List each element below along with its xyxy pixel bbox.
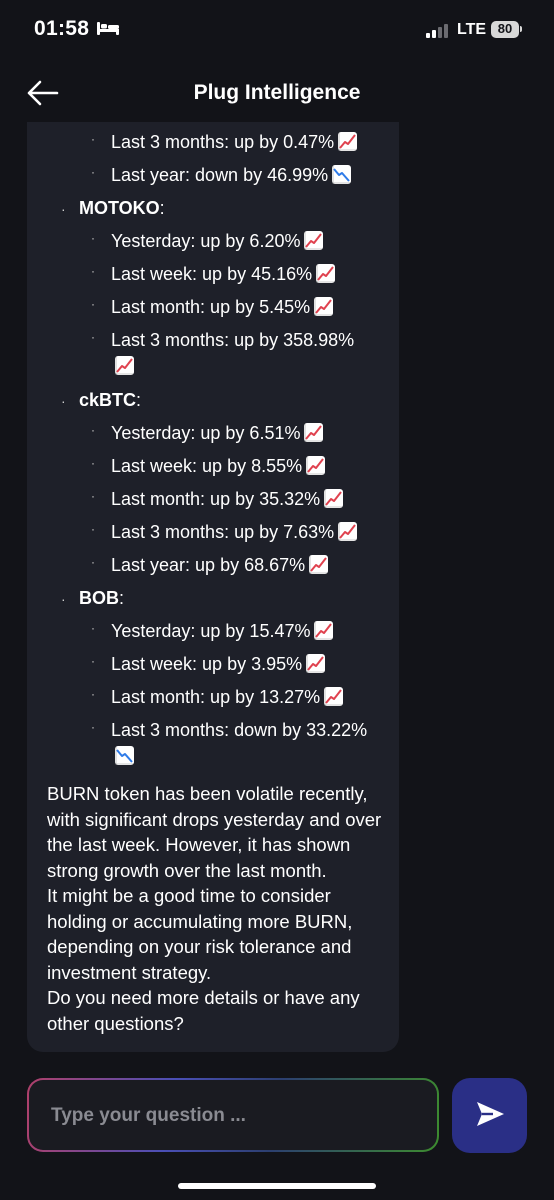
token-suffix: : <box>136 390 142 410</box>
list-item: · Last year: up by 68.67% <box>47 552 387 585</box>
list-item-text: Yesterday: up by 15.47% <box>111 621 311 641</box>
chart-increasing-icon <box>304 231 324 250</box>
token-name: ckBTC <box>79 390 137 410</box>
list-item: · Last 3 months: down by 33.22% <box>47 717 371 775</box>
page-title: Plug Intelligence <box>193 81 361 104</box>
list-item-text: Last year: up by 68.67% <box>111 555 306 575</box>
bullet-icon: · <box>91 165 95 179</box>
chart-increasing-icon <box>314 297 334 316</box>
list-item: · Last week: up by 3.95% <box>47 651 387 684</box>
list-item: · Last 3 months: up by 7.63% <box>47 519 387 552</box>
chart-increasing-icon <box>304 423 324 442</box>
bullet-icon: · <box>91 132 95 146</box>
list-item-text: Last year: down by 46.99% <box>111 165 329 185</box>
list-item: · Yesterday: up by 15.47% <box>47 618 387 651</box>
list-item-text: Yesterday: up by 6.20% <box>111 231 301 251</box>
list-item: · Yesterday: up by 6.51% <box>47 420 387 453</box>
list-item-text: Last month: up by 13.27% <box>111 687 321 707</box>
app-header: Plug Intelligence <box>0 62 554 124</box>
network-label: LTE <box>457 21 487 38</box>
token-heading: · MOTOKO: <box>47 195 387 228</box>
chart-increasing-icon <box>314 621 334 640</box>
list-item: · Last 3 months: up by 0.47% <box>47 129 387 162</box>
list-item: · Last week: up by 8.55% <box>47 453 387 486</box>
message-paragraph: It might be a good time to consider hold… <box>47 885 353 983</box>
bed-icon <box>97 22 119 35</box>
bullet-icon: · <box>91 555 95 569</box>
bullet-icon: · <box>61 591 66 607</box>
chart-increasing-icon <box>338 132 358 151</box>
bullet-icon: · <box>91 330 95 344</box>
bullet-icon: · <box>91 231 95 245</box>
bullet-icon: · <box>91 297 95 311</box>
chart-increasing-icon <box>115 356 134 375</box>
token-suffix: : <box>159 198 165 218</box>
chart-decreasing-icon <box>332 165 352 184</box>
list-item: · Last 3 months: up by 358.98% <box>47 327 371 385</box>
bullet-icon: · <box>91 654 95 668</box>
bullet-icon: · <box>91 687 95 701</box>
message-paragraph: BURN token has been volatile recently, w… <box>47 783 382 881</box>
list-item: · Last month: up by 35.32% <box>47 486 387 519</box>
list-item-text: Last 3 months: up by 0.47% <box>111 132 335 152</box>
bullet-icon: · <box>91 720 95 734</box>
chart-increasing-icon <box>306 654 326 673</box>
battery-icon: 80 <box>491 21 519 38</box>
list-item-text: Last week: up by 8.55% <box>111 456 303 476</box>
token-heading: · ckBTC: <box>47 387 387 420</box>
bullet-icon: · <box>61 393 66 409</box>
send-button[interactable] <box>452 1078 527 1153</box>
list-item-text: Last 3 months: down by 33.22% <box>111 720 368 740</box>
list-item: ·Last month: up by 63.13% <box>47 122 387 129</box>
message-paragraph: Do you need more details or have any oth… <box>47 987 360 1034</box>
token-suffix: : <box>119 588 125 608</box>
token-heading: · BOB: <box>47 585 387 618</box>
home-indicator <box>178 1183 376 1189</box>
list-item: · Last month: up by 13.27% <box>47 684 387 717</box>
bullet-icon: · <box>91 621 95 635</box>
list-item-text: Last 3 months: up by 7.63% <box>111 522 335 542</box>
list-item: · Last year: down by 46.99% <box>47 162 387 195</box>
composer-field <box>29 1080 437 1152</box>
bullet-icon: · <box>91 264 95 278</box>
list-item-text: Last week: up by 45.16% <box>111 264 313 284</box>
message-content: ·Last month: up by 63.13% · Last 3 months:… <box>47 122 387 1036</box>
bullet-icon: · <box>91 456 95 470</box>
bullet-icon: · <box>91 423 95 437</box>
chart-increasing-icon <box>324 687 344 706</box>
bullet-icon: · <box>91 489 95 503</box>
list-item-text: Last month: up by 35.32% <box>111 489 321 509</box>
bullet-icon: · <box>91 522 95 536</box>
chart-increasing-icon <box>338 522 358 541</box>
assistant-message-bubble: ·Last month: up by 63.13% · Last 3 months:… <box>27 122 399 1052</box>
list-item-text: Yesterday: up by 6.51% <box>111 423 301 443</box>
chart-increasing-icon <box>316 264 336 283</box>
send-icon <box>476 1102 504 1126</box>
chart-increasing-icon <box>306 456 326 475</box>
chart-increasing-icon <box>309 555 329 574</box>
list-item: · Last week: up by 45.16% <box>47 261 387 294</box>
chart-decreasing-icon <box>115 746 134 765</box>
token-name: MOTOKO <box>79 198 160 218</box>
bullet-icon: · <box>61 201 66 217</box>
battery-nub <box>520 26 522 32</box>
list-item-text: Last week: up by 3.95% <box>111 654 303 674</box>
status-time: 01:58 <box>34 17 90 40</box>
signal-icon <box>426 24 448 38</box>
token-name: BOB <box>79 588 119 608</box>
list-item: · Last month: up by 5.45% <box>47 294 387 327</box>
list-item-text: Last 3 months: up by 358.98% <box>111 330 355 350</box>
question-composer <box>27 1078 439 1152</box>
list-item: · Yesterday: up by 6.20% <box>47 228 387 261</box>
chart-increasing-icon <box>324 489 344 508</box>
question-input[interactable] <box>49 1080 423 1152</box>
list-item-text: Last month: up by 5.45% <box>111 297 311 317</box>
status-bar: 01:58 LTE 80 <box>0 0 554 62</box>
battery-level: 80 <box>497 21 513 36</box>
